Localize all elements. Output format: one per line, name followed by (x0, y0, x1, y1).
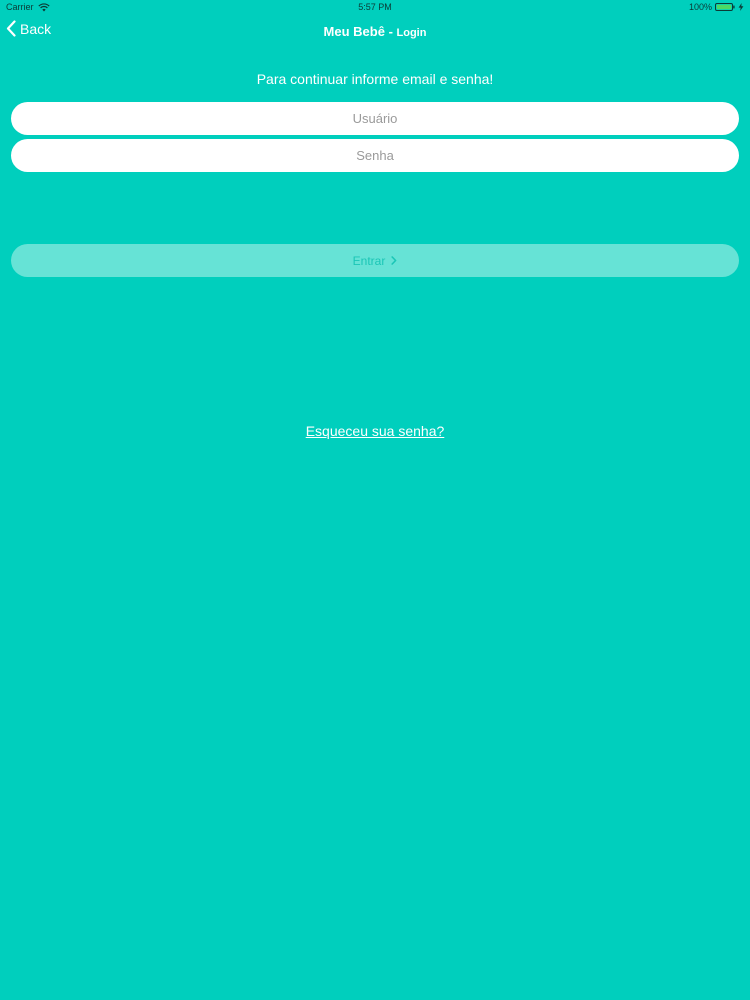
login-instruction: Para continuar informe email e senha! (256, 71, 494, 87)
forgot-password-link[interactable]: Esqueceu sua senha? (0, 423, 750, 439)
status-time: 5:57 PM (358, 2, 392, 12)
status-bar: Carrier 5:57 PM 100% (0, 0, 750, 14)
battery-icon (715, 3, 735, 11)
title-separator: - (384, 24, 397, 39)
page-title: Meu Bebê - Login (0, 23, 750, 41)
username-input[interactable] (11, 102, 739, 135)
navigation-bar: Back Meu Bebê - Login (0, 14, 750, 46)
battery-percent: 100% (688, 2, 712, 12)
chevron-right-icon (391, 256, 397, 265)
status-right: 100% (689, 2, 744, 12)
enter-button[interactable]: Entrar (11, 244, 739, 277)
app-title: Meu Bebê (323, 24, 385, 39)
bolt-icon (738, 3, 744, 11)
enter-label: Entrar (352, 253, 386, 268)
screen-title: Login (396, 27, 427, 39)
password-input[interactable] (11, 139, 739, 172)
